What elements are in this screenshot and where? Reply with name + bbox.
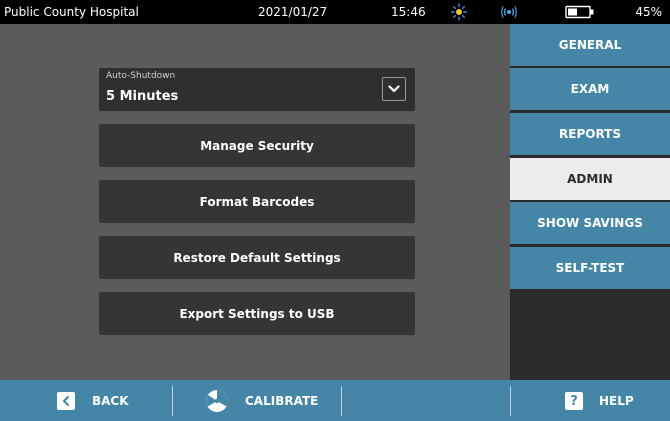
toolbar-divider bbox=[510, 386, 511, 416]
calibrate-button[interactable]: CALIBRATE bbox=[245, 394, 318, 408]
tab-general[interactable]: GENERAL bbox=[510, 24, 670, 66]
battery-percent: 45% bbox=[635, 5, 662, 19]
tab-reports[interactable]: REPORTS bbox=[510, 113, 670, 155]
status-bar: Public County Hospital 2021/01/27 15:46 … bbox=[0, 0, 670, 24]
battery-icon bbox=[565, 5, 594, 19]
chevron-down-icon[interactable] bbox=[382, 77, 406, 101]
sun-icon bbox=[451, 3, 467, 21]
bottom-toolbar: BACK CALIBRATE ? HELP bbox=[0, 380, 670, 421]
tab-exam[interactable]: EXAM bbox=[510, 68, 670, 110]
toolbar-divider bbox=[341, 386, 342, 416]
auto-shutdown-label: Auto-Shutdown bbox=[106, 71, 176, 81]
facility-name: Public County Hospital bbox=[4, 5, 139, 19]
tab-show-savings[interactable]: SHOW SAVINGS bbox=[510, 202, 670, 244]
help-button[interactable]: HELP bbox=[599, 394, 634, 408]
export-settings-usb-button[interactable]: Export Settings to USB bbox=[99, 292, 415, 335]
auto-shutdown-dropdown[interactable]: Auto-Shutdown 5 Minutes bbox=[99, 68, 415, 111]
back-icon[interactable] bbox=[57, 392, 75, 410]
help-icon[interactable]: ? bbox=[565, 392, 583, 410]
toolbar-divider bbox=[172, 386, 173, 416]
restore-default-settings-button[interactable]: Restore Default Settings bbox=[99, 236, 415, 279]
format-barcodes-button[interactable]: Format Barcodes bbox=[99, 180, 415, 223]
tab-admin[interactable]: ADMIN bbox=[510, 158, 670, 200]
status-date: 2021/01/27 bbox=[258, 5, 328, 19]
status-time: 15:46 bbox=[391, 5, 426, 19]
calibrate-icon[interactable] bbox=[205, 389, 229, 413]
settings-panel: Auto-Shutdown 5 Minutes Manage Security … bbox=[0, 24, 510, 380]
manage-security-button[interactable]: Manage Security bbox=[99, 124, 415, 167]
settings-nav: GENERAL EXAM REPORTS ADMIN SHOW SAVINGS … bbox=[510, 24, 670, 380]
back-button[interactable]: BACK bbox=[92, 394, 129, 408]
auto-shutdown-value: 5 Minutes bbox=[106, 89, 179, 104]
wireless-icon bbox=[501, 6, 517, 18]
tab-self-test[interactable]: SELF-TEST bbox=[510, 247, 670, 289]
